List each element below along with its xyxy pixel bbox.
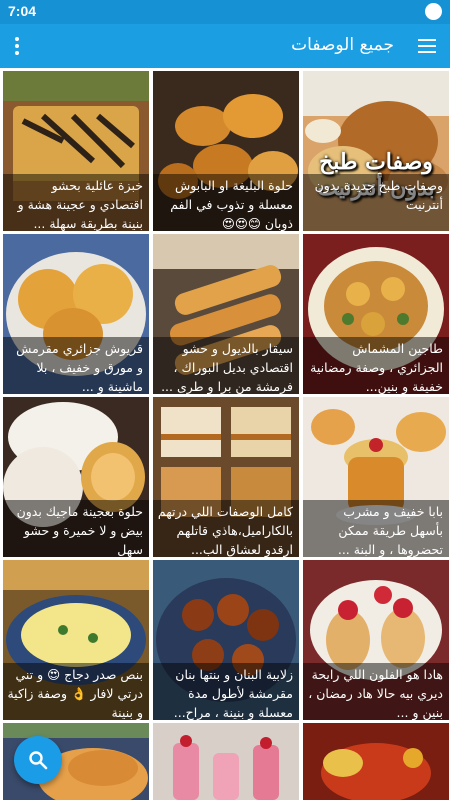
- recipe-caption: كامل الوصفات اللي درتهم بالكاراميل،هاذي …: [153, 500, 299, 557]
- recipe-card[interactable]: حلوة البليغة او البابوش معسلة و تذوب في …: [153, 71, 299, 231]
- recipe-card[interactable]: كامل الوصفات اللي درتهم بالكاراميل،هاذي …: [153, 397, 299, 557]
- status-indicator-icon: [425, 3, 442, 20]
- recipe-card[interactable]: [153, 723, 299, 800]
- recipe-caption: سيقار بالديول و حشو اقتصادي بديل البوراك…: [153, 337, 299, 394]
- recipe-caption: زلابية البنان و بنتها بنان مقرمشة لأطول …: [153, 663, 299, 720]
- recipe-caption: هادا هو الفلون اللي رايحة ديري بيه حالا …: [303, 663, 449, 720]
- recipe-card[interactable]: سيقار بالديول و حشو اقتصادي بديل البوراك…: [153, 234, 299, 394]
- recipe-caption: حلوة البليغة او البابوش معسلة و تذوب في …: [153, 174, 299, 231]
- recipe-caption: قريوش جزائري مقرمش و مورق و خفيف ، بلا م…: [3, 337, 149, 394]
- search-icon: [29, 751, 48, 770]
- more-vert-icon[interactable]: [10, 34, 24, 58]
- recipe-grid: وصفات طبخ بدون أنترنيت وصفات طبخ جديدة ب…: [0, 68, 450, 800]
- recipe-caption: بابا خفيف و مشرب بأسهل طريقة ممكن تحضروه…: [303, 500, 449, 557]
- recipe-caption: حلوة بعجينة ماجيك بدون بيض و لا خميرة و …: [3, 500, 149, 557]
- recipe-card[interactable]: وصفات طبخ بدون أنترنيت وصفات طبخ جديدة ب…: [303, 71, 449, 231]
- recipe-card[interactable]: هادا هو الفلون اللي رايحة ديري بيه حالا …: [303, 560, 449, 720]
- hamburger-menu-icon[interactable]: [418, 36, 438, 56]
- recipe-image: [153, 723, 299, 800]
- recipe-card[interactable]: خبزة عائلية بحشو اقتصادي و عجينة هشة و ب…: [3, 71, 149, 231]
- recipe-card[interactable]: بابا خفيف و مشرب بأسهل طريقة ممكن تحضروه…: [303, 397, 449, 557]
- recipe-card[interactable]: بنص صدر دجاج 😍 و تني درتي لافار 👌 وصفة ز…: [3, 560, 149, 720]
- recipe-caption: بنص صدر دجاج 😍 و تني درتي لافار 👌 وصفة ز…: [3, 663, 149, 720]
- recipe-card[interactable]: زلابية البنان و بنتها بنان مقرمشة لأطول …: [153, 560, 299, 720]
- recipe-card[interactable]: [303, 723, 449, 800]
- recipe-card[interactable]: طاجين المشماش الجزائري ، وصفة رمضانية خف…: [303, 234, 449, 394]
- status-bar: 7:04: [0, 0, 450, 24]
- recipe-caption: خبزة عائلية بحشو اقتصادي و عجينة هشة و ب…: [3, 174, 149, 231]
- recipe-caption: وصفات طبخ جديدة بدون أنترنيت: [303, 174, 449, 231]
- page-title: جميع الوصفات: [291, 35, 394, 55]
- recipe-image: [303, 723, 449, 800]
- recipe-card[interactable]: قريوش جزائري مقرمش و مورق و خفيف ، بلا م…: [3, 234, 149, 394]
- recipe-caption: طاجين المشماش الجزائري ، وصفة رمضانية خف…: [303, 337, 449, 394]
- search-fab-button[interactable]: [14, 736, 62, 784]
- status-time: 7:04: [8, 3, 37, 19]
- app-bar: جميع الوصفات: [0, 24, 450, 68]
- recipe-card[interactable]: حلوة بعجينة ماجيك بدون بيض و لا خميرة و …: [3, 397, 149, 557]
